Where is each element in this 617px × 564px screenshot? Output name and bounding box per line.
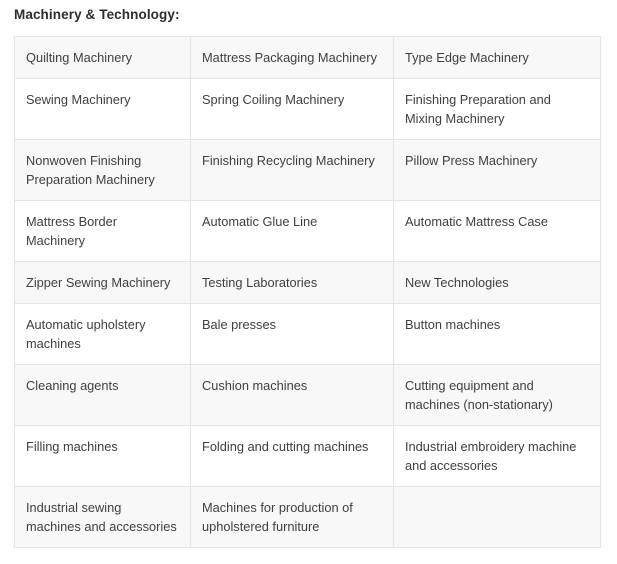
cell-label: Type Edge Machinery (405, 50, 529, 65)
cell-label: New Technologies (405, 275, 509, 290)
table-cell[interactable]: Automatic Mattress Case (393, 200, 601, 262)
cell-label: Folding and cutting machines (202, 439, 369, 454)
page-title: Machinery & Technology: (14, 7, 180, 22)
table-cell[interactable]: Button machines (393, 303, 601, 365)
cell-label: Sewing Machinery (26, 92, 131, 107)
table-cell[interactable]: Spring Coiling Machinery (190, 78, 394, 140)
table-cell[interactable]: Machines for production of upholstered f… (190, 486, 394, 548)
cell-label: Mattress Border Machinery (26, 214, 118, 248)
cell-label: Mattress Packaging Machinery (202, 50, 377, 65)
table-cell[interactable]: Finishing Preparation and Mixing Machine… (393, 78, 601, 140)
table-cell[interactable]: Finishing Recycling Machinery (190, 139, 394, 201)
table-row: Automatic upholstery machines Bale press… (14, 303, 601, 365)
table-cell[interactable]: Automatic Glue Line (190, 200, 394, 262)
table-cell-empty[interactable] (393, 486, 601, 548)
cell-label: Testing Laboratories (202, 275, 318, 290)
machinery-table-container: Quilting Machinery Mattress Packaging Ma… (14, 36, 601, 548)
table-cell[interactable]: Industrial embroidery machine and access… (393, 425, 601, 487)
cell-label: Pillow Press Machinery (405, 153, 538, 168)
cell-label: Bale presses (202, 317, 276, 332)
machinery-category-table: Quilting Machinery Mattress Packaging Ma… (14, 36, 601, 548)
table-cell[interactable]: Mattress Border Machinery (14, 200, 191, 262)
table-cell[interactable]: Type Edge Machinery (393, 36, 601, 79)
table-cell[interactable]: Sewing Machinery (14, 78, 191, 140)
cell-label: Filling machines (26, 439, 118, 454)
cell-label: Spring Coiling Machinery (202, 92, 345, 107)
table-row: Mattress Border Machinery Automatic Glue… (14, 200, 601, 262)
table-row: Nonwoven Finishing Preparation Machinery… (14, 139, 601, 201)
cell-label: Industrial embroidery machine and access… (405, 439, 577, 473)
table-cell[interactable]: Industrial sewing machines and accessori… (14, 486, 191, 548)
cell-label: Cleaning agents (26, 378, 119, 393)
table-cell[interactable]: Cushion machines (190, 364, 394, 426)
table-cell[interactable]: Pillow Press Machinery (393, 139, 601, 201)
table-cell[interactable]: New Technologies (393, 261, 601, 304)
table-cell[interactable]: Nonwoven Finishing Preparation Machinery (14, 139, 191, 201)
cell-label: Finishing Preparation and Mixing Machine… (405, 92, 551, 126)
cell-label: Cutting equipment and machines (non-stat… (405, 378, 553, 412)
table-row: Sewing Machinery Spring Coiling Machiner… (14, 78, 601, 140)
table-cell[interactable]: Testing Laboratories (190, 261, 394, 304)
table-cell[interactable]: Bale presses (190, 303, 394, 365)
table-cell[interactable]: Mattress Packaging Machinery (190, 36, 394, 79)
table-cell[interactable]: Cleaning agents (14, 364, 191, 426)
cell-label: Industrial sewing machines and accessori… (26, 500, 177, 534)
machinery-table-body: Quilting Machinery Mattress Packaging Ma… (14, 36, 601, 548)
cell-label: Automatic Glue Line (202, 214, 318, 229)
table-cell[interactable]: Folding and cutting machines (190, 425, 394, 487)
cell-label: Quilting Machinery (26, 50, 132, 65)
table-cell[interactable]: Cutting equipment and machines (non-stat… (393, 364, 601, 426)
table-cell[interactable]: Quilting Machinery (14, 36, 191, 79)
table-row: Filling machines Folding and cutting mac… (14, 425, 601, 487)
table-cell[interactable]: Automatic upholstery machines (14, 303, 191, 365)
cell-label: Automatic upholstery machines (26, 317, 146, 351)
table-row: Industrial sewing machines and accessori… (14, 486, 601, 548)
table-row: Zipper Sewing Machinery Testing Laborato… (14, 261, 601, 304)
cell-label: Cushion machines (202, 378, 308, 393)
cell-label: Machines for production of upholstered f… (202, 500, 353, 534)
table-row: Quilting Machinery Mattress Packaging Ma… (14, 36, 601, 79)
cell-label: Zipper Sewing Machinery (26, 275, 171, 290)
table-cell[interactable]: Filling machines (14, 425, 191, 487)
cell-label: Button machines (405, 317, 501, 332)
cell-label: Automatic Mattress Case (405, 214, 548, 229)
table-cell[interactable]: Zipper Sewing Machinery (14, 261, 191, 304)
machinery-technology-page: Machinery & Technology: Quilting Machine… (0, 0, 617, 564)
table-row: Cleaning agents Cushion machines Cutting… (14, 364, 601, 426)
cell-label: Finishing Recycling Machinery (202, 153, 375, 168)
cell-label: Nonwoven Finishing Preparation Machinery (26, 153, 155, 187)
